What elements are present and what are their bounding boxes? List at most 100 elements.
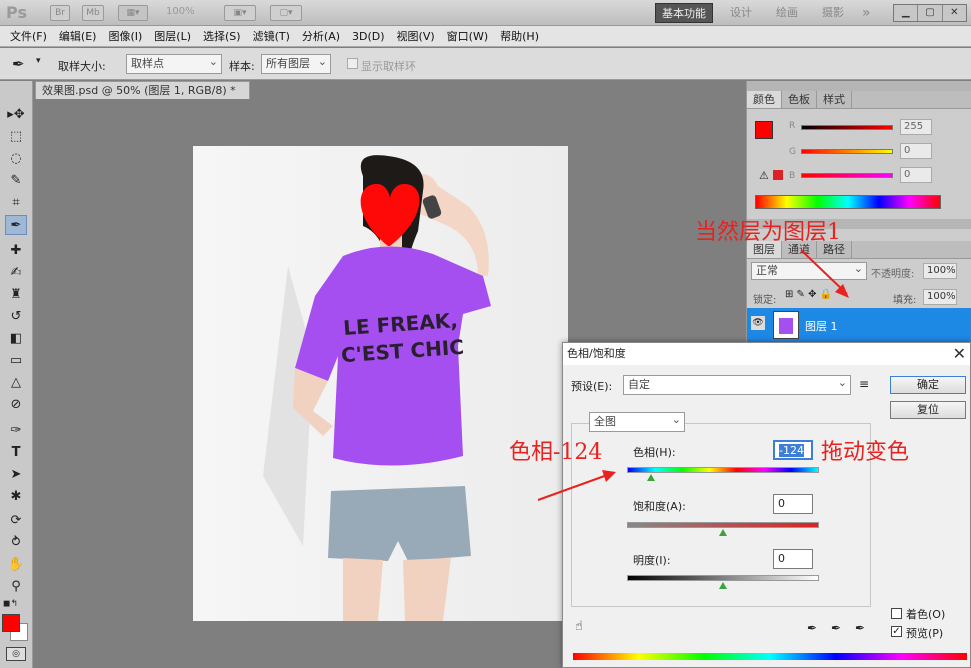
menu-select[interactable]: 选择(S) <box>197 28 247 44</box>
minibridge-button[interactable]: Mb <box>82 5 104 21</box>
layer-row-layer1[interactable]: 👁 图层 1 <box>747 308 971 342</box>
menu-file[interactable]: 文件(F) <box>4 28 53 44</box>
hue-slider[interactable] <box>627 467 819 473</box>
default-colors-icon[interactable]: ◼↰ <box>3 599 18 609</box>
eyedropper-tool-icon[interactable]: ✒ <box>5 215 27 235</box>
dodge-tool-icon[interactable]: ⊘ <box>5 395 27 415</box>
3d-rotate-tool-icon[interactable]: ⟳ <box>5 511 27 531</box>
preset-options-icon[interactable]: ≡ <box>859 377 869 391</box>
eyedropper-icon[interactable]: ✒ <box>807 621 817 635</box>
document-tab[interactable]: 效果图.psd @ 50% (图层 1, RGB/8) * ✕ <box>35 81 250 115</box>
dialog-close-icon[interactable]: ✕ <box>953 343 966 365</box>
menu-image[interactable]: 图像(I) <box>102 28 148 44</box>
eraser-tool-icon[interactable]: ◧ <box>5 329 27 349</box>
color-spectrum-bar[interactable] <box>755 195 941 209</box>
g-slider[interactable] <box>801 149 893 154</box>
minimize-icon[interactable]: ▁ <box>894 5 919 21</box>
lightness-slider[interactable] <box>627 575 819 581</box>
more-workspaces-icon[interactable]: » <box>856 3 877 23</box>
lightness-slider-thumb[interactable] <box>719 582 727 589</box>
saturation-input[interactable]: 0 <box>773 494 813 514</box>
menu-edit[interactable]: 编辑(E) <box>53 28 103 44</box>
move-tool-icon[interactable]: ▸✥ <box>5 105 27 125</box>
b-slider[interactable] <box>801 173 893 178</box>
gradient-tool-icon[interactable]: ▭ <box>5 351 27 371</box>
menu-help[interactable]: 帮助(H) <box>494 28 545 44</box>
reset-button[interactable]: 复位 <box>890 401 966 419</box>
layer-visibility-eye-icon[interactable]: 👁 <box>751 316 765 330</box>
quick-mask-icon[interactable]: ◎ <box>6 647 26 661</box>
marquee-tool-icon[interactable]: ⬚ <box>5 127 27 147</box>
blur-tool-icon[interactable]: △ <box>5 373 27 393</box>
panel-dock-header[interactable] <box>747 81 971 91</box>
hue-slider-thumb[interactable] <box>647 474 655 481</box>
tab-color[interactable]: 颜色 <box>747 91 782 108</box>
gamut-swatch[interactable] <box>773 170 783 180</box>
subtract-from-sample-eyedropper-icon[interactable]: ✒ <box>855 621 865 635</box>
document-canvas[interactable]: LE FREAK, C'EST CHIC <box>193 146 568 621</box>
healing-brush-tool-icon[interactable]: ✚ <box>5 241 27 261</box>
restore-icon[interactable]: ▢ <box>918 5 943 21</box>
arrange-documents-icon[interactable]: ▣▾ <box>224 5 256 21</box>
clone-stamp-tool-icon[interactable]: ♜ <box>5 285 27 305</box>
sample-size-select[interactable]: 取样点 <box>126 53 222 74</box>
preset-select[interactable]: 自定 <box>623 374 851 395</box>
g-value[interactable]: 0 <box>900 143 932 159</box>
hue-input[interactable]: -124 <box>773 440 813 460</box>
add-to-sample-eyedropper-icon[interactable]: ✒ <box>831 621 841 635</box>
menu-analysis[interactable]: 分析(A) <box>296 28 346 44</box>
menu-layer[interactable]: 图层(L) <box>148 28 197 44</box>
gamut-warning-icon[interactable]: ⚠ <box>759 169 769 182</box>
sample-select[interactable]: 所有图层 <box>261 53 331 74</box>
workspace-design[interactable]: 设计 <box>724 3 758 23</box>
saturation-slider[interactable] <box>627 522 819 528</box>
quick-selection-tool-icon[interactable]: ✎ <box>5 171 27 191</box>
zoom-tool-icon[interactable]: ⚲ <box>5 577 27 597</box>
brush-tool-icon[interactable]: ✍ <box>5 263 27 283</box>
b-value[interactable]: 0 <box>900 167 932 183</box>
show-ring-checkbox[interactable] <box>347 58 358 69</box>
photoshop-window: Ps Br Mb ▦▾ 100% ▣▾ ▢▾ 基本功能 设计 绘画 摄影 » ▁… <box>0 0 971 668</box>
colorize-checkbox[interactable] <box>891 608 902 619</box>
menu-filter[interactable]: 滤镜(T) <box>247 28 296 44</box>
lasso-tool-icon[interactable]: ◌ <box>5 149 27 169</box>
fill-value[interactable]: 100% <box>923 289 957 305</box>
r-slider[interactable] <box>801 125 893 130</box>
preview-checkbox[interactable]: ✓ <box>891 626 902 637</box>
annotation-hue-note: 色相-124 <box>509 440 603 465</box>
workspace-essentials[interactable]: 基本功能 <box>655 3 713 23</box>
eyedropper-tool-preset-icon[interactable]: ✒ <box>12 55 25 73</box>
close-icon[interactable]: ✕ <box>943 5 966 21</box>
ok-button[interactable]: 确定 <box>890 376 966 394</box>
opacity-value[interactable]: 100% <box>923 263 957 279</box>
document-tab-title: 效果图.psd @ 50% (图层 1, RGB/8) * <box>42 84 236 97</box>
history-brush-tool-icon[interactable]: ↺ <box>5 307 27 327</box>
pen-tool-icon[interactable]: ✑ <box>5 421 27 441</box>
shape-tool-icon[interactable]: ✱ <box>5 487 27 507</box>
workspace-painting[interactable]: 绘画 <box>770 3 804 23</box>
targeted-adjustment-hand-icon[interactable]: ☝ <box>575 619 583 634</box>
lightness-input[interactable]: 0 <box>773 549 813 569</box>
tool-preset-dropdown-icon[interactable]: ▾ <box>36 56 41 66</box>
crop-tool-icon[interactable]: ⌗ <box>5 193 27 213</box>
zoom-level[interactable]: 100% <box>166 6 195 17</box>
tab-styles[interactable]: 样式 <box>817 91 852 108</box>
hand-tool-icon[interactable]: ✋ <box>5 555 27 575</box>
channel-select[interactable]: 全图 <box>589 411 685 432</box>
layer-name[interactable]: 图层 1 <box>805 318 838 334</box>
menu-window[interactable]: 窗口(W) <box>441 28 494 44</box>
3d-orbit-tool-icon[interactable]: ⥁ <box>5 533 27 553</box>
view-extras-icon[interactable]: ▦▾ <box>118 5 148 21</box>
type-tool-icon[interactable]: T <box>5 443 27 463</box>
tab-swatches[interactable]: 色板 <box>782 91 817 108</box>
bridge-button[interactable]: Br <box>50 5 70 21</box>
color-fg-swatch[interactable] <box>755 121 773 139</box>
screen-mode-icon[interactable]: ▢▾ <box>270 5 302 21</box>
menu-3d[interactable]: 3D(D) <box>346 30 391 43</box>
foreground-color-swatch[interactable] <box>2 614 20 632</box>
menu-view[interactable]: 视图(V) <box>391 28 441 44</box>
r-value[interactable]: 255 <box>900 119 932 135</box>
workspace-photography[interactable]: 摄影 <box>816 3 850 23</box>
saturation-slider-thumb[interactable] <box>719 529 727 536</box>
path-selection-tool-icon[interactable]: ➤ <box>5 465 27 485</box>
